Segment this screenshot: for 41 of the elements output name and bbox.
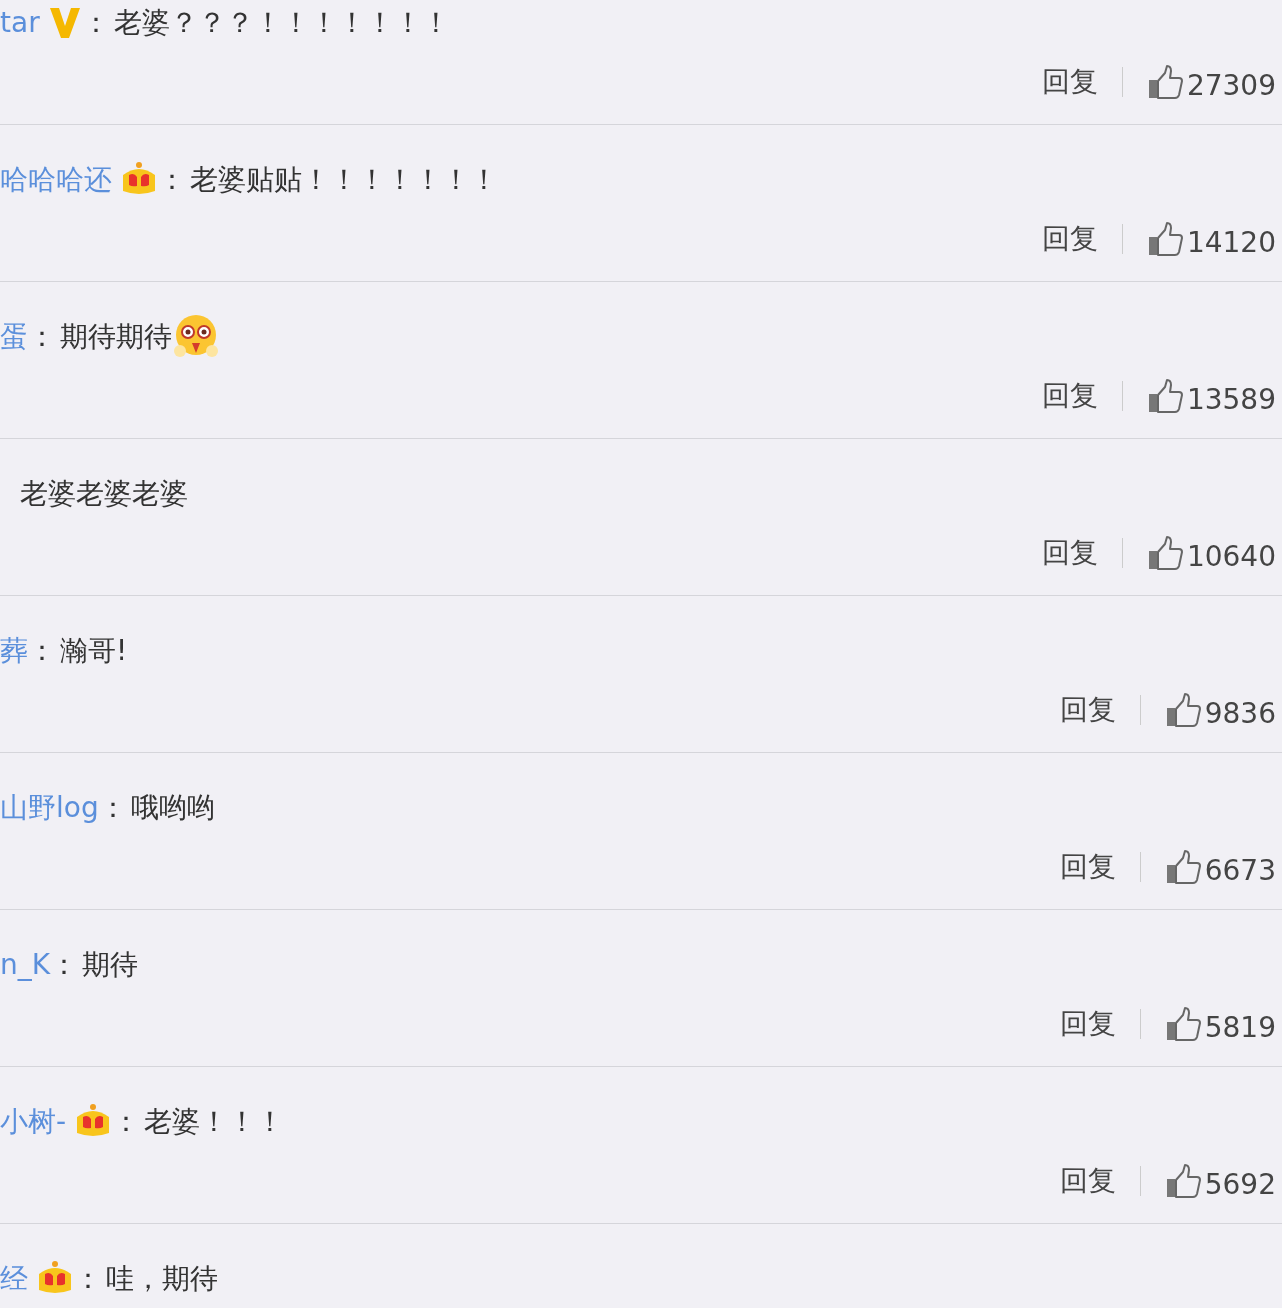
reply-button[interactable]: 回复 bbox=[1059, 1167, 1116, 1195]
reply-button[interactable]: 回复 bbox=[1059, 853, 1116, 881]
comment-text: 哦哟哟 bbox=[130, 794, 215, 822]
reply-button[interactable]: 回复 bbox=[1041, 539, 1098, 567]
like-button[interactable]: 6673 bbox=[1164, 849, 1276, 885]
colon: ： bbox=[98, 794, 127, 822]
like-button[interactable]: 27309 bbox=[1146, 64, 1276, 100]
reply-button[interactable]: 回复 bbox=[1041, 68, 1098, 96]
thumbs-up-icon bbox=[1164, 1163, 1201, 1199]
thumbs-up-icon bbox=[1164, 849, 1201, 885]
thumbs-up-icon bbox=[1146, 535, 1183, 571]
comment-text: 老婆贴贴！！！！！！！ bbox=[190, 166, 498, 194]
like-button[interactable]: 13589 bbox=[1146, 378, 1276, 414]
comment-text: 老婆！！！ bbox=[144, 1108, 285, 1136]
thumbs-up-icon bbox=[1164, 692, 1201, 728]
thumbs-up-icon bbox=[1164, 1006, 1201, 1042]
comment-text: 哇，期待 bbox=[106, 1265, 218, 1293]
colon: ： bbox=[112, 1108, 141, 1136]
like-button[interactable]: 10640 bbox=[1146, 535, 1276, 571]
reply-button[interactable]: 回复 bbox=[1041, 225, 1098, 253]
thumbs-up-icon bbox=[1146, 378, 1183, 414]
colon: ： bbox=[81, 9, 110, 37]
comment-text: 期待期待 bbox=[60, 323, 172, 351]
comment-text: 老婆老婆老婆 bbox=[20, 480, 188, 508]
thumbs-up-icon bbox=[1146, 221, 1183, 257]
colon: ： bbox=[74, 1265, 102, 1293]
thumbs-up-icon bbox=[1146, 64, 1183, 100]
like-button[interactable]: 9836 bbox=[1164, 692, 1276, 728]
comment-text: 瀚哥! bbox=[60, 637, 128, 665]
like-button[interactable]: 5692 bbox=[1164, 1163, 1276, 1199]
like-button[interactable]: 5819 bbox=[1164, 1006, 1276, 1042]
reply-button[interactable]: 回复 bbox=[1059, 1010, 1116, 1038]
colon: ： bbox=[28, 323, 56, 351]
comment-text: 期待 bbox=[82, 951, 139, 979]
reply-button[interactable]: 回复 bbox=[1059, 696, 1116, 724]
colon: ： bbox=[158, 166, 186, 194]
reply-button[interactable]: 回复 bbox=[1041, 382, 1098, 410]
comment-text: 老婆？？？！！！！！！！ bbox=[113, 9, 450, 37]
like-button[interactable]: 14120 bbox=[1146, 221, 1276, 257]
colon: ： bbox=[50, 951, 79, 979]
colon: ： bbox=[28, 637, 56, 665]
